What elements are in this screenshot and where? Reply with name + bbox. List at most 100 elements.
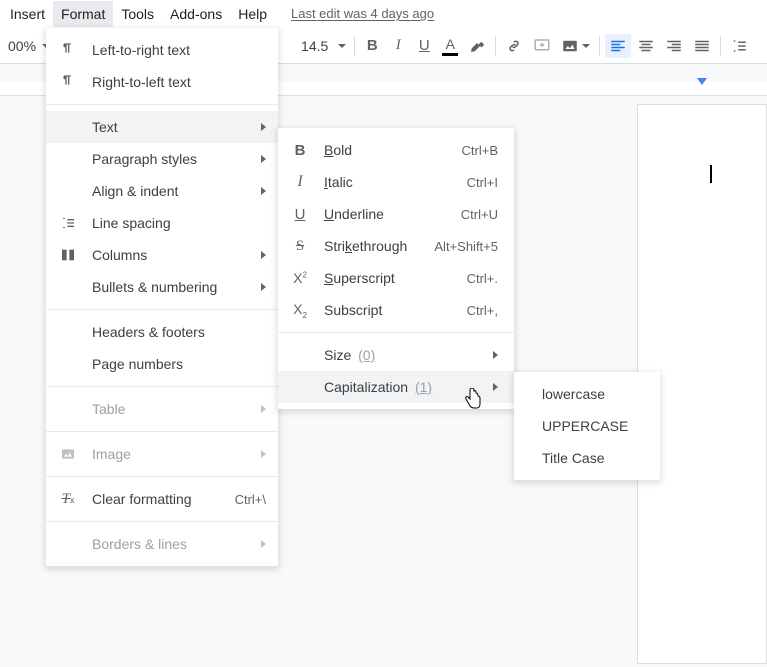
menu-tools[interactable]: Tools (113, 1, 162, 27)
uppercase-item[interactable]: UPPERCASE (514, 410, 660, 442)
ltr-icon (58, 42, 78, 58)
align-left-button[interactable] (605, 34, 631, 58)
separator (46, 521, 278, 522)
strikethrough-item[interactable]: S Strikethrough Alt+Shift+5 (278, 230, 514, 262)
separator (46, 476, 278, 477)
image-icon (561, 37, 579, 55)
paragraph-styles-item[interactable]: Paragraph styles (46, 143, 278, 175)
clear-formatting-item[interactable]: Tx Clear formatting Ctrl+\ (46, 483, 278, 515)
shortcut: Ctrl+, (467, 303, 498, 318)
chevron-right-icon (261, 187, 266, 195)
italic-button[interactable]: I (386, 34, 410, 58)
ltr-text-item[interactable]: Left-to-right text (46, 34, 278, 66)
rtl-icon (58, 74, 78, 90)
underline-icon: U (290, 206, 310, 223)
menu-insert[interactable]: Insert (2, 1, 53, 27)
capitalization-submenu: lowercase UPPERCASE Title Case (514, 372, 660, 480)
text-submenu-item[interactable]: Text (46, 111, 278, 143)
menu-label: Paragraph styles (92, 151, 261, 167)
chevron-down-icon (582, 44, 590, 48)
page-numbers-item[interactable]: Page numbers (46, 348, 278, 380)
chevron-right-icon (261, 283, 266, 291)
highlighter-icon (468, 37, 486, 55)
menu-label: Superscript (324, 270, 447, 286)
subscript-item[interactable]: X2 Subscript Ctrl+, (278, 294, 514, 326)
menu-label: Title Case (542, 450, 648, 466)
highlight-button[interactable] (464, 34, 490, 58)
chevron-right-icon (493, 351, 498, 359)
separator (46, 104, 278, 105)
line-spacing-icon (730, 37, 748, 55)
last-edit-link[interactable]: Last edit was 4 days ago (291, 6, 434, 21)
menu-help[interactable]: Help (230, 1, 275, 27)
menu-label: Capitalization (1) (324, 379, 493, 395)
bold-item[interactable]: B Bold Ctrl+B (278, 134, 514, 166)
add-comment-button[interactable] (529, 34, 555, 58)
subscript-icon: X2 (290, 301, 310, 320)
chevron-down-icon (338, 44, 346, 48)
superscript-item[interactable]: X2 Superscript Ctrl+. (278, 262, 514, 294)
menu-label: UPPERCASE (542, 418, 648, 434)
size-submenu-item[interactable]: Size (0) (278, 339, 514, 371)
align-indent-item[interactable]: Align & indent (46, 175, 278, 207)
align-left-icon (609, 37, 627, 55)
menu-label: Columns (92, 247, 261, 263)
separator (599, 36, 600, 56)
line-spacing-item[interactable]: Line spacing (46, 207, 278, 239)
shortcut: Ctrl+\ (235, 492, 266, 507)
separator (278, 332, 514, 333)
bullets-numbering-item[interactable]: Bullets & numbering (46, 271, 278, 303)
shortcut: Ctrl+U (461, 207, 498, 222)
bold-button[interactable]: B (360, 34, 384, 58)
strikethrough-icon: S (290, 238, 310, 255)
align-right-icon (665, 37, 683, 55)
shortcut: Ctrl+B (462, 143, 498, 158)
menu-label: Text (92, 119, 261, 135)
lowercase-item[interactable]: lowercase (514, 378, 660, 410)
line-spacing-icon (58, 215, 78, 231)
insert-link-button[interactable] (501, 34, 527, 58)
menu-label: Line spacing (92, 215, 266, 231)
align-right-button[interactable] (661, 34, 687, 58)
chevron-right-icon (261, 123, 266, 131)
indent-marker[interactable] (697, 78, 707, 85)
italic-item[interactable]: I Italic Ctrl+I (278, 166, 514, 198)
line-spacing-button[interactable] (726, 34, 752, 58)
menu-label: Clear formatting (92, 491, 215, 507)
menu-label: Table (92, 401, 261, 417)
font-size-select[interactable]: 14.5 (297, 34, 350, 58)
menu-label: Align & indent (92, 183, 261, 199)
align-justify-button[interactable] (689, 34, 715, 58)
align-center-button[interactable] (633, 34, 659, 58)
shortcut: Alt+Shift+5 (434, 239, 498, 254)
text-color-button[interactable]: A (438, 34, 462, 58)
clear-format-icon: Tx (58, 491, 78, 508)
columns-item[interactable]: Columns (46, 239, 278, 271)
insert-image-button[interactable] (557, 34, 594, 58)
align-justify-icon (693, 37, 711, 55)
headers-footers-item[interactable]: Headers & footers (46, 316, 278, 348)
chevron-right-icon (493, 383, 498, 391)
menu-label: Page numbers (92, 356, 266, 372)
separator (495, 36, 496, 56)
capitalization-submenu-item[interactable]: Capitalization (1) (278, 371, 514, 403)
underline-item[interactable]: U Underline Ctrl+U (278, 198, 514, 230)
menu-label: Left-to-right text (92, 42, 266, 58)
format-dropdown: Left-to-right text Right-to-left text Te… (46, 28, 278, 566)
chevron-right-icon (261, 251, 266, 259)
titlecase-item[interactable]: Title Case (514, 442, 660, 474)
menubar: Insert Format Tools Add-ons Help Last ed… (0, 0, 767, 28)
menu-addons[interactable]: Add-ons (162, 1, 230, 27)
chevron-right-icon (261, 405, 266, 413)
zoom-value: 00% (8, 38, 36, 54)
image-icon (58, 446, 78, 462)
menu-format[interactable]: Format (53, 1, 113, 27)
chevron-right-icon (261, 155, 266, 163)
borders-lines-item: Borders & lines (46, 528, 278, 560)
menu-label: Subscript (324, 302, 447, 318)
font-size-value: 14.5 (301, 38, 328, 54)
underline-button[interactable]: U (412, 34, 436, 58)
shortcut: Ctrl+I (467, 175, 498, 190)
rtl-text-item[interactable]: Right-to-left text (46, 66, 278, 98)
menu-label: Bold (324, 142, 442, 158)
